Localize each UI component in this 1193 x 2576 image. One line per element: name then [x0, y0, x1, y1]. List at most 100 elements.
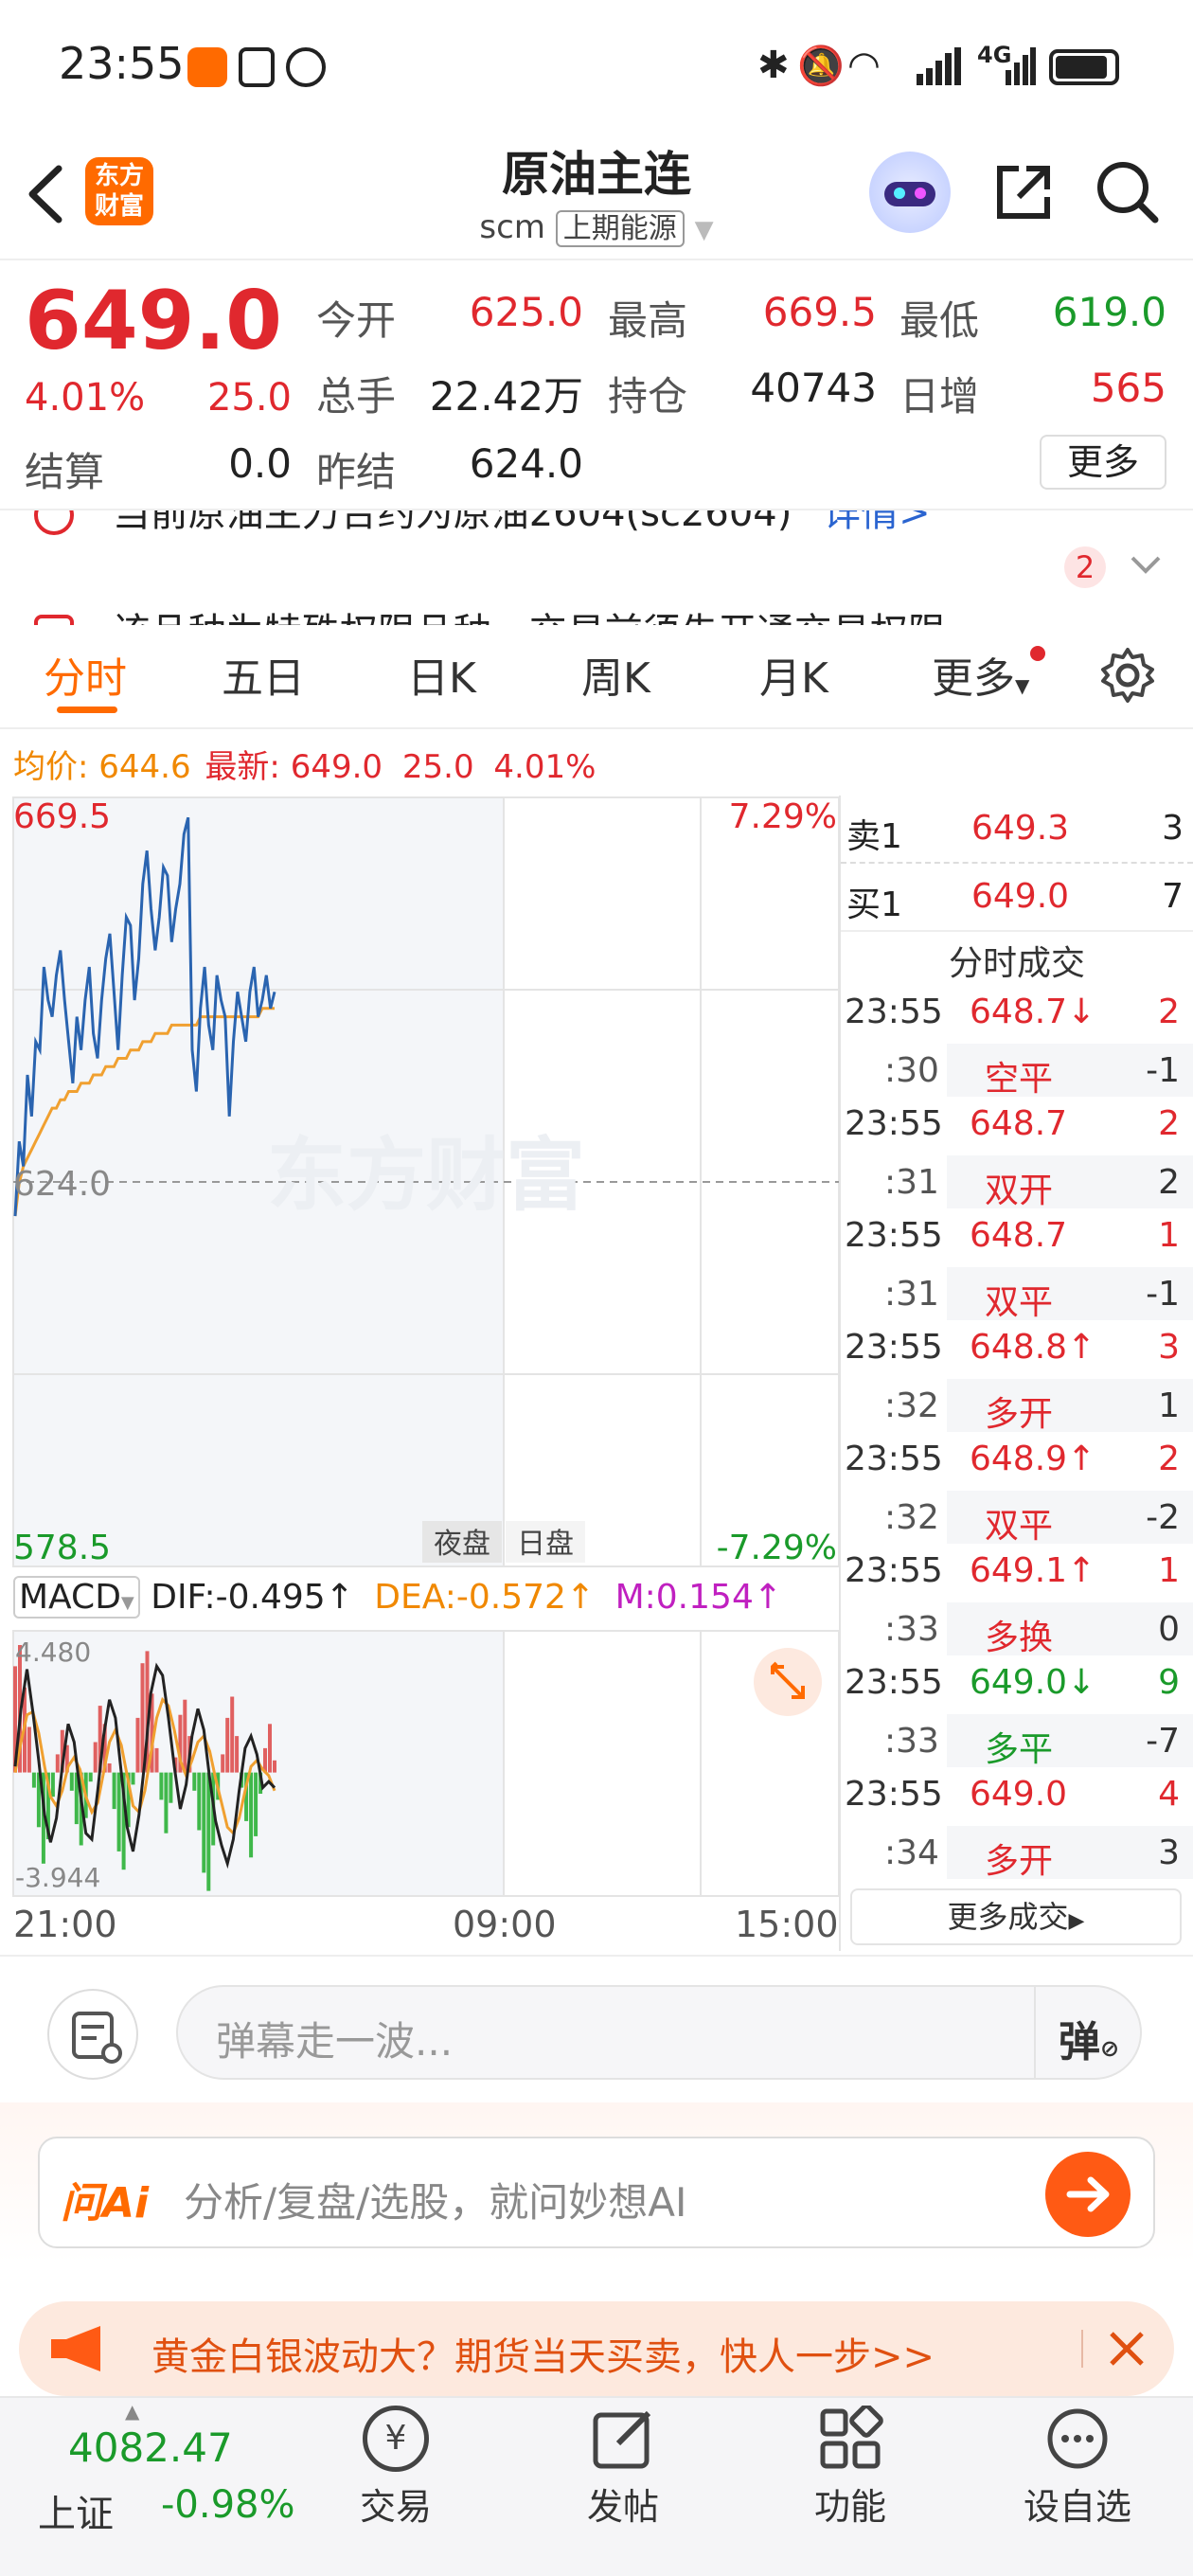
page-title: 原油主连	[502, 147, 691, 202]
comment-list-icon[interactable]	[47, 1989, 138, 2080]
change-pct: 4.01%	[25, 376, 146, 420]
macd-bar	[192, 1772, 197, 1791]
share-icon[interactable]	[990, 159, 1057, 225]
macd-bar	[27, 1726, 31, 1773]
comment-divider	[1034, 1987, 1036, 2078]
nfc-icon	[239, 47, 275, 87]
danmaku-toggle-icon[interactable]: 弹⊘	[1059, 2008, 1119, 2068]
search-icon[interactable]	[1093, 157, 1163, 227]
dea-arrow: ↑	[565, 1578, 596, 1617]
macd-bar	[159, 1772, 164, 1800]
grid-icon	[817, 2404, 883, 2472]
alarm-icon	[286, 47, 326, 87]
comment-input[interactable]: 弹幕走一波... 弹⊘	[176, 1985, 1142, 2080]
settle-label: 结算	[25, 449, 105, 495]
macd-chart[interactable]: 4.480 -3.944	[0, 1629, 841, 1900]
dea-label: DEA:	[374, 1578, 456, 1617]
trade-type-bg	[947, 1602, 1193, 1655]
day-session-tab: 日盘	[517, 1528, 574, 1561]
ai-robot-avatar[interactable]	[869, 152, 951, 233]
caret-down-icon: ▼	[694, 216, 714, 244]
trade-vol: 2	[1158, 1440, 1180, 1478]
tab-five-day[interactable]: 五日	[222, 644, 305, 705]
macd-bar	[235, 1736, 240, 1773]
trade-oi-change: 0	[1158, 1610, 1180, 1649]
nav-post[interactable]: 发帖	[547, 2406, 699, 2530]
volume-value: 22.42万	[429, 373, 583, 420]
notice-link[interactable]: 详情>	[823, 510, 931, 535]
macd-bar	[273, 1760, 276, 1773]
indicator-name: MACD	[19, 1578, 121, 1617]
status-bar: 23:55 ✱ 🔕 ◠ 4G	[0, 0, 1193, 133]
notice-row-2[interactable]: 该品种为特殊权限品种，交易前须先开通交易权限	[34, 601, 981, 625]
tab-monthly-k[interactable]: 月K	[759, 644, 828, 705]
ai-input[interactable]: 问Ai 分析/复盘/选股，就问妙想AI	[38, 2137, 1155, 2248]
more-dots-icon	[1044, 2406, 1111, 2472]
dif-value: -0.495	[215, 1578, 326, 1617]
trade-seconds: :32	[884, 1498, 939, 1537]
sell1-vol: 3	[1162, 809, 1184, 848]
macd-bar	[225, 1717, 230, 1773]
trade-vol: 4	[1158, 1775, 1180, 1814]
tab-active-indicator	[57, 707, 117, 713]
trade-time: 23:55	[845, 993, 943, 1031]
intraday-price-chart[interactable]: 东方财富 669.5 624.0 578.5 7.29% -7.29% 夜盘 日…	[0, 796, 841, 1572]
ad-divider	[1081, 2330, 1083, 2368]
index-ticker[interactable]: ▲ 4082.47 上证 -0.98%	[28, 2400, 295, 2567]
trade-type: 空平	[985, 1060, 1054, 1099]
trade-time: 23:55	[845, 1551, 943, 1590]
macd-max-label: 4.480	[15, 1637, 91, 1668]
app-notification-icon	[187, 47, 227, 87]
dif-label: DIF:	[151, 1578, 216, 1617]
buy1-row: 买1 649.0 7	[841, 873, 1193, 930]
nav-functions[interactable]: 功能	[775, 2404, 926, 2530]
orderbook-divider-2	[841, 930, 1193, 932]
signal-icon	[917, 47, 964, 85]
settings-gear-icon[interactable]	[1098, 646, 1157, 705]
trade-seconds: :31	[884, 1275, 939, 1314]
notice-row-1[interactable]: 当前原油主力合约为原油2604(sc2604) 详情>	[34, 510, 981, 539]
close-icon[interactable]	[1104, 2326, 1149, 2371]
buy1-label: 买1	[846, 886, 902, 924]
more-button[interactable]: 更多	[1040, 435, 1166, 490]
trade-seconds: :32	[884, 1386, 939, 1425]
new-dot	[1030, 646, 1045, 661]
arrow-right-icon[interactable]	[1045, 2152, 1131, 2237]
back-icon[interactable]	[21, 161, 68, 227]
quote-panel: 649.0 4.01% 25.0 今开 625.0 最高 669.5 最低 61…	[0, 262, 1193, 509]
tab-daily-k[interactable]: 日K	[407, 644, 476, 705]
trade-price: 649.0	[970, 1775, 1068, 1814]
chevron-down-icon[interactable]	[1129, 552, 1163, 581]
macd-bar	[249, 1772, 254, 1858]
comment-placeholder: 弹幕走一波...	[216, 2018, 454, 2065]
nav-trade[interactable]: ¥ 交易	[320, 2406, 472, 2530]
high-label: 最高	[608, 297, 688, 344]
night-session-tab: 夜盘	[434, 1528, 490, 1561]
trade-seconds: :31	[884, 1163, 939, 1202]
buy1-price: 649.0	[971, 877, 1070, 916]
macd-bar	[197, 1772, 202, 1831]
tab-more-label: 更多	[932, 654, 1015, 703]
caret-down-icon: ▼	[120, 1593, 134, 1613]
macd-bar	[31, 1772, 36, 1788]
trades-title: 分时成交	[948, 944, 1085, 983]
tab-more[interactable]: 更多▼	[932, 644, 1029, 705]
indicator-select[interactable]: MACD▼	[13, 1576, 140, 1619]
trade-type: 多开	[985, 1842, 1054, 1881]
nav-add-watchlist[interactable]: 设自选	[1002, 2406, 1153, 2530]
yen-cycle-icon: ¥	[363, 2406, 429, 2472]
avg-value: 644.6	[98, 748, 191, 786]
tab-weekly-k[interactable]: 周K	[581, 644, 650, 705]
tab-intraday[interactable]: 分时	[44, 644, 127, 705]
m-value: 0.154	[655, 1578, 754, 1617]
comment-bar: 弹幕走一波... 弹⊘	[0, 1955, 1193, 2102]
trade-time: 23:55	[845, 1775, 943, 1814]
more-trades-button[interactable]: 更多成交▶	[850, 1888, 1182, 1945]
ad-banner[interactable]: 黄金白银波动大？期货当天买卖，快人一步>>	[19, 2301, 1174, 2396]
notice-badge: 2	[1064, 546, 1106, 588]
brand-logo[interactable]: 东方财富	[85, 157, 153, 225]
open-label: 今开	[316, 297, 397, 344]
symbol-info[interactable]: scm 上期能源 ▼	[417, 205, 776, 247]
chart-header: 均价: 644.6 最新: 649.0 25.0 4.01%	[13, 741, 846, 787]
trade-vol: 3	[1158, 1328, 1180, 1367]
